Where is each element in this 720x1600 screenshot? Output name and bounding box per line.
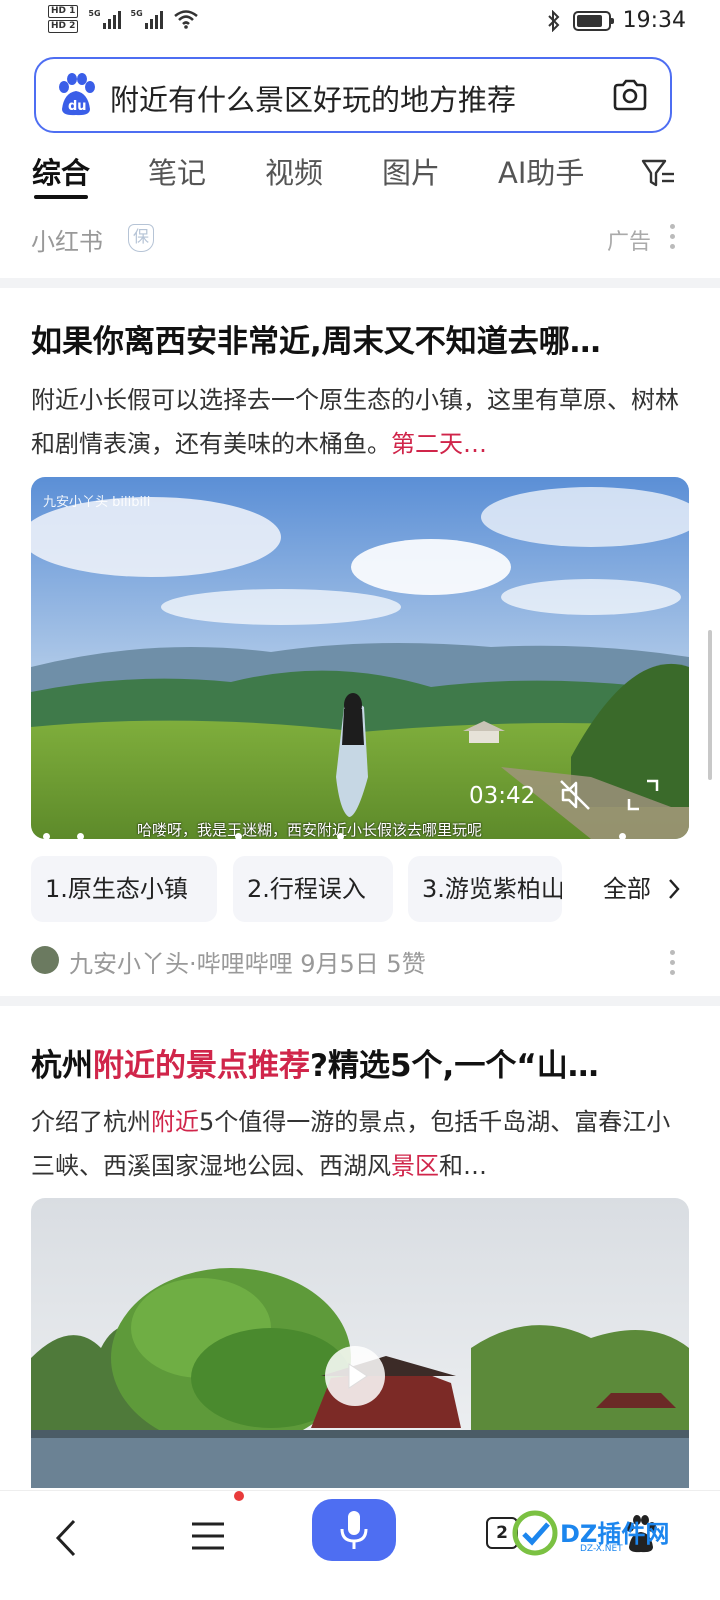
watermark-logo-icon: [512, 1510, 558, 1556]
mute-icon[interactable]: [557, 777, 593, 813]
voice-search-button[interactable]: [312, 1499, 396, 1561]
result-1-title[interactable]: 如果你离西安非常近,周末又不知道去哪…: [31, 316, 691, 361]
result-1-desc-text: 附近小长假可以选择去一个原生态的小镇，这里有草原、树林和剧情表演，还有美味的木桶…: [31, 386, 679, 458]
tab-images[interactable]: 图片: [382, 150, 440, 192]
chapter-list: 1.原生态小镇 2.行程误入 3.游览紫柏山 全部: [31, 856, 691, 922]
result-1-desc-highlight: 第二天…: [391, 430, 487, 458]
hd-badge-2: HD 2: [48, 20, 79, 33]
result-2-desc-highlight: 景区: [391, 1152, 439, 1180]
result-2-title[interactable]: 杭州附近的景点推荐?精选5个,一个“山…: [31, 1040, 691, 1085]
result-2-title-part: 杭州: [31, 1048, 93, 1084]
result-1-video[interactable]: 九安小丫头 bilibili 03:42 哈喽呀，我是王迷糊，西安附近小长假该去…: [31, 477, 689, 839]
video-duration: 03:42: [469, 783, 536, 809]
result-2-desc-part: 和…: [439, 1152, 487, 1180]
signal-icon-1: 5G: [88, 9, 121, 29]
bluetooth-icon: [547, 9, 560, 32]
ad-source-name[interactable]: 小红书: [31, 222, 103, 257]
active-tab-indicator: [34, 195, 88, 199]
camera-icon[interactable]: [612, 79, 648, 111]
result-2-desc-part: 介绍了杭州: [31, 1108, 151, 1136]
result-1-meta: 九安小丫头·哔哩哔哩 9月5日 5赞: [31, 944, 691, 984]
tab-all[interactable]: 综合: [32, 150, 90, 192]
network-type-1: 5G: [88, 9, 101, 18]
menu-icon[interactable]: [190, 1519, 226, 1553]
more-options-icon[interactable]: [670, 224, 676, 254]
search-input[interactable]: 附近有什么景区好玩的地方推荐: [110, 77, 516, 119]
chevron-right-icon[interactable]: [667, 878, 681, 900]
author-avatar[interactable]: [31, 946, 59, 974]
ad-source-row: 小红书 保 广告: [0, 218, 720, 258]
status-time: 19:34: [622, 8, 686, 33]
svg-text:du: du: [68, 99, 87, 114]
video-thumbnail: [31, 1198, 689, 1488]
battery-icon: [572, 10, 614, 31]
tab-notes[interactable]: 笔记: [148, 150, 206, 192]
microphone-icon: [340, 1511, 368, 1549]
signal-icon-2: 5G: [131, 9, 163, 29]
search-box[interactable]: du 附近有什么景区好玩的地方推荐: [34, 57, 672, 133]
more-options-icon[interactable]: [670, 950, 676, 980]
chapter-marker: [77, 833, 84, 839]
status-indicators: HD 1 HD 2 5G 5G: [48, 5, 199, 33]
ad-label: 广告: [607, 230, 652, 255]
site-watermark: DZ插件网 DZ-X.NET: [506, 1500, 716, 1570]
section-divider: [0, 278, 720, 288]
chapter-marker: [337, 833, 344, 839]
video-subtitle: 哈喽呀，我是王迷糊，西安附近小长假该去哪里玩呢: [137, 821, 483, 839]
chapter-marker: [43, 833, 50, 839]
chapter-chip-1[interactable]: 1.原生态小镇: [31, 856, 217, 922]
guarantee-badge: 保: [128, 224, 154, 252]
chapter-chip-2[interactable]: 2.行程误入: [233, 856, 393, 922]
baidu-paw-icon: du: [59, 73, 95, 116]
fullscreen-icon[interactable]: [625, 777, 661, 813]
hd-badge-1: HD 1: [48, 5, 79, 18]
notification-dot: [234, 1491, 244, 1501]
result-2-video[interactable]: [31, 1198, 689, 1488]
play-button[interactable]: [325, 1346, 385, 1406]
wifi-icon: [173, 10, 198, 29]
network-type-2: 5G: [130, 9, 143, 18]
play-icon: [348, 1363, 368, 1389]
watermark-subtext: DZ-X.NET: [580, 1544, 623, 1554]
result-2-description: 介绍了杭州附近5个值得一游的景点，包括千岛湖、富春江小三峡、西溪国家湿地公园、西…: [31, 1100, 691, 1188]
video-watermark: 九安小丫头 bilibili: [43, 495, 151, 510]
status-bar: HD 1 HD 2 5G 5G 19:34: [0, 0, 720, 46]
result-2-desc-highlight: 附近: [151, 1108, 199, 1136]
status-right: 19:34: [547, 8, 686, 33]
tab-videos[interactable]: 视频: [265, 150, 323, 192]
section-divider: [0, 996, 720, 1006]
scrollbar[interactable]: [708, 630, 712, 780]
chapter-chip-3[interactable]: 3.游览紫柏山: [408, 856, 562, 922]
result-2-title-part: ?精选5个,一个“山…: [310, 1048, 599, 1084]
search-tabs: 综合 笔记 视频 图片 AI助手: [0, 148, 720, 199]
chapter-marker: [235, 833, 242, 839]
filter-icon[interactable]: [640, 156, 676, 190]
battery-level: [576, 14, 603, 27]
result-2-title-highlight: 附近的景点推荐: [93, 1048, 310, 1084]
tab-ai-assistant[interactable]: AI助手: [498, 150, 584, 192]
result-1-meta-text: 九安小丫头·哔哩哔哩 9月5日 5赞: [69, 950, 426, 978]
back-icon[interactable]: [52, 1517, 82, 1559]
result-1-description: 附近小长假可以选择去一个原生态的小镇，这里有草原、树林和剧情表演，还有美味的木桶…: [31, 378, 691, 466]
chapters-all-link[interactable]: 全部: [603, 856, 651, 922]
chapter-marker: [619, 833, 626, 839]
